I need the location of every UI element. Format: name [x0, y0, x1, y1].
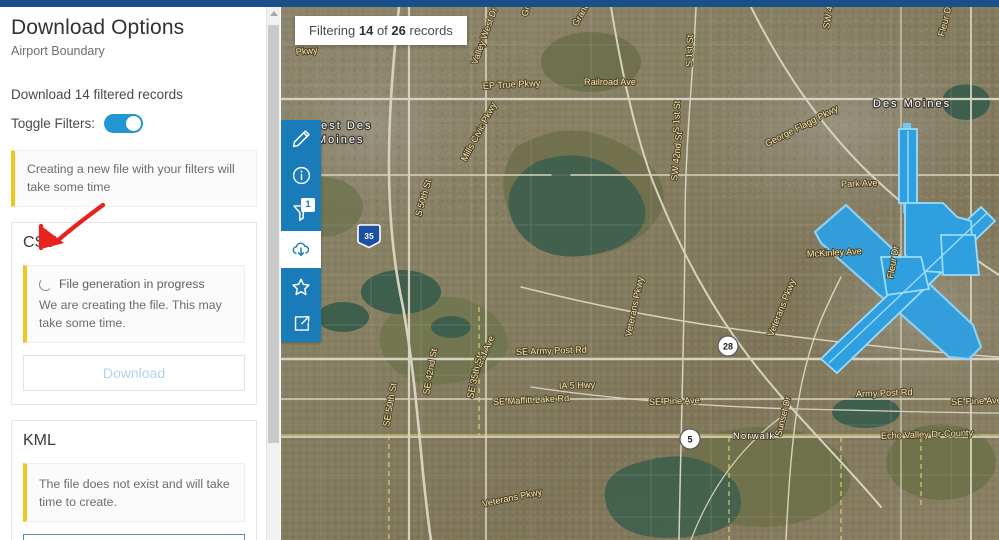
- share-icon: [291, 313, 312, 334]
- format-card-kml-title: KML: [23, 431, 56, 449]
- edit-icon: [291, 128, 312, 149]
- filter-banner-prefix: Filtering: [309, 23, 359, 38]
- info-tool-button[interactable]: [281, 157, 321, 194]
- csv-download-button[interactable]: Download: [23, 354, 245, 391]
- download-tool-button[interactable]: [281, 231, 321, 268]
- kml-download-button[interactable]: Download: [23, 534, 245, 540]
- svg-text:Pkwy: Pkwy: [295, 45, 318, 57]
- svg-text:SE Pine Ave: SE Pine Ave: [951, 395, 999, 407]
- download-options-panel[interactable]: Download Options Airport Boundary Downlo…: [0, 7, 268, 540]
- layer-name: Airport Boundary: [11, 44, 105, 58]
- filters-time-notice: Creating a new file with your filters wi…: [11, 150, 257, 208]
- csv-status-notice: File generation in progress We are creat…: [23, 265, 245, 343]
- svg-text:Park Ave: Park Ave: [841, 178, 878, 189]
- filter-count-badge: 1: [301, 198, 315, 212]
- format-card-kml: KML The file does not exist and will tak…: [11, 419, 257, 540]
- scrollbar-thumb[interactable]: [268, 25, 279, 443]
- toggle-knob: [126, 116, 142, 131]
- svg-text:5: 5: [687, 434, 692, 444]
- filter-banner-filtered-count: 14: [358, 23, 374, 38]
- format-card-csv: CSV File generation in progress We are c…: [11, 222, 257, 405]
- map-imagery: West Des Moines Des Moines Norwalk EP Tr…: [281, 7, 999, 540]
- filter-banner-middle: of: [373, 23, 392, 38]
- svg-text:S 1st St: S 1st St: [684, 34, 695, 67]
- map-canvas[interactable]: West Des Moines Des Moines Norwalk EP Tr…: [281, 7, 999, 540]
- svg-text:Railroad Ave: Railroad Ave: [584, 77, 636, 87]
- share-tool-button[interactable]: [281, 305, 321, 342]
- map-viewport[interactable]: West Des Moines Des Moines Norwalk EP Tr…: [281, 7, 999, 540]
- svg-text:Army Post Rd: Army Post Rd: [856, 387, 913, 399]
- toggle-filters-label: Toggle Filters:: [11, 116, 96, 131]
- svg-text:28: 28: [723, 341, 733, 351]
- browser-accent-bar: [0, 0, 999, 7]
- csv-status-body: We are creating the file. This may take …: [39, 297, 222, 330]
- format-card-csv-title: CSV: [23, 234, 56, 252]
- csv-progress-line: File generation in progress: [39, 275, 233, 293]
- map-tool-strip[interactable]: 1: [281, 120, 321, 342]
- svg-text:Moines: Moines: [317, 134, 364, 146]
- edit-tool-button[interactable]: [281, 120, 321, 157]
- kml-status-body: The file does not exist and will take ti…: [39, 476, 230, 510]
- toggle-filters-row: Toggle Filters:: [11, 114, 257, 133]
- panel-scrollbar[interactable]: [266, 7, 280, 540]
- kml-status-notice: The file does not exist and will take ti…: [23, 462, 245, 523]
- svg-text:Norwalk: Norwalk: [733, 430, 775, 441]
- filter-status-banner: Filtering 14 of 26 records: [295, 16, 467, 45]
- filter-tool-button[interactable]: 1: [281, 194, 321, 231]
- csv-status-title: File generation in progress: [59, 277, 205, 292]
- filter-banner-total-count: 26: [391, 23, 406, 38]
- svg-text:S 1st St: S 1st St: [671, 100, 682, 133]
- filter-banner-suffix: records: [405, 23, 453, 38]
- download-cloud-icon: [290, 239, 312, 261]
- info-icon: [291, 165, 312, 186]
- page-title: Download Options: [11, 16, 185, 39]
- star-icon: [290, 276, 312, 298]
- filtered-records-text: Download 14 filtered records: [11, 87, 183, 102]
- filters-time-notice-text: Creating a new file with your filters wi…: [27, 162, 235, 195]
- svg-text:35: 35: [364, 231, 374, 241]
- svg-text:IA 5 Hwy: IA 5 Hwy: [559, 380, 596, 391]
- download-options-content: Download Options Airport Boundary Downlo…: [0, 7, 268, 540]
- svg-text:Des Moines: Des Moines: [873, 98, 951, 110]
- favorite-tool-button[interactable]: [281, 268, 321, 305]
- svg-text:SE Pine Ave: SE Pine Ave: [649, 395, 700, 407]
- spinner-icon: [39, 277, 52, 291]
- scroll-up-arrow-icon[interactable]: [270, 11, 278, 16]
- app-window: West Des Moines Des Moines Norwalk EP Tr…: [0, 0, 999, 540]
- toggle-filters-switch[interactable]: [104, 114, 144, 133]
